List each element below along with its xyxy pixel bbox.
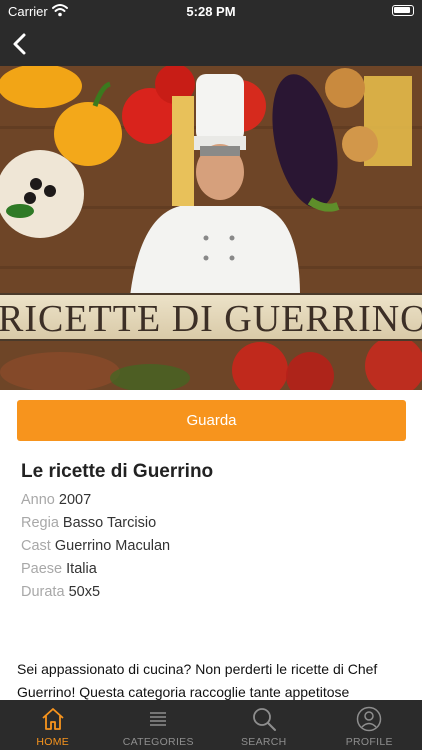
watch-button[interactable]: Guarda (17, 400, 406, 441)
tab-label: PROFILE (345, 736, 393, 748)
hero-image: RICETTE DI GUERRINO (0, 66, 422, 390)
hero-banner: RICETTE DI GUERRINO (0, 293, 422, 341)
profile-icon (357, 706, 382, 732)
status-bar: Carrier 5:28 PM (0, 0, 422, 22)
detail-label: Regia (21, 515, 59, 531)
detail-director: Regia Basso Tarcisio (21, 515, 156, 531)
detail-value: 2007 (58, 492, 92, 508)
detail-label: Paese (21, 561, 63, 577)
battery-icon (392, 5, 414, 16)
tab-categories[interactable]: CATEGORIES (106, 700, 212, 750)
back-button[interactable] (8, 30, 36, 58)
hero-illustration (0, 66, 422, 390)
detail-value: Basso Tarcisio (62, 515, 157, 531)
tab-label: CATEGORIES (122, 736, 194, 748)
detail-country: Paese Italia (21, 561, 97, 577)
detail-cast: Cast Guerrino Maculan (21, 538, 170, 554)
detail-year: Anno 2007 (21, 492, 91, 508)
tab-bar: HOME CATEGORIES SEARCH PROFILE (0, 700, 422, 750)
detail-label: Durata (21, 584, 65, 600)
detail-value: Guerrino Maculan (54, 538, 171, 554)
show-title: Le ricette di Guerrino (21, 461, 214, 482)
detail-value: 50x5 (68, 584, 101, 600)
detail-value: Italia (66, 561, 97, 577)
clock: 5:28 PM (186, 4, 236, 19)
home-icon (42, 708, 64, 730)
tab-home[interactable]: HOME (0, 700, 106, 750)
tab-profile[interactable]: PROFILE (317, 700, 422, 750)
navigation-bar (0, 22, 422, 66)
search-icon (252, 708, 276, 731)
hero-banner-text: RICETTE DI GUERRINO (0, 298, 422, 340)
detail-label: Cast (21, 538, 51, 554)
detail-label: Anno (21, 492, 55, 508)
tab-label: HOME (36, 736, 70, 748)
tab-label: SEARCH (240, 736, 287, 748)
list-icon (150, 712, 167, 726)
detail-duration: Durata 50x5 (21, 584, 100, 600)
tab-search[interactable]: SEARCH (211, 700, 317, 750)
show-description: Sei appassionato di cucina? Non perderti… (17, 661, 378, 700)
